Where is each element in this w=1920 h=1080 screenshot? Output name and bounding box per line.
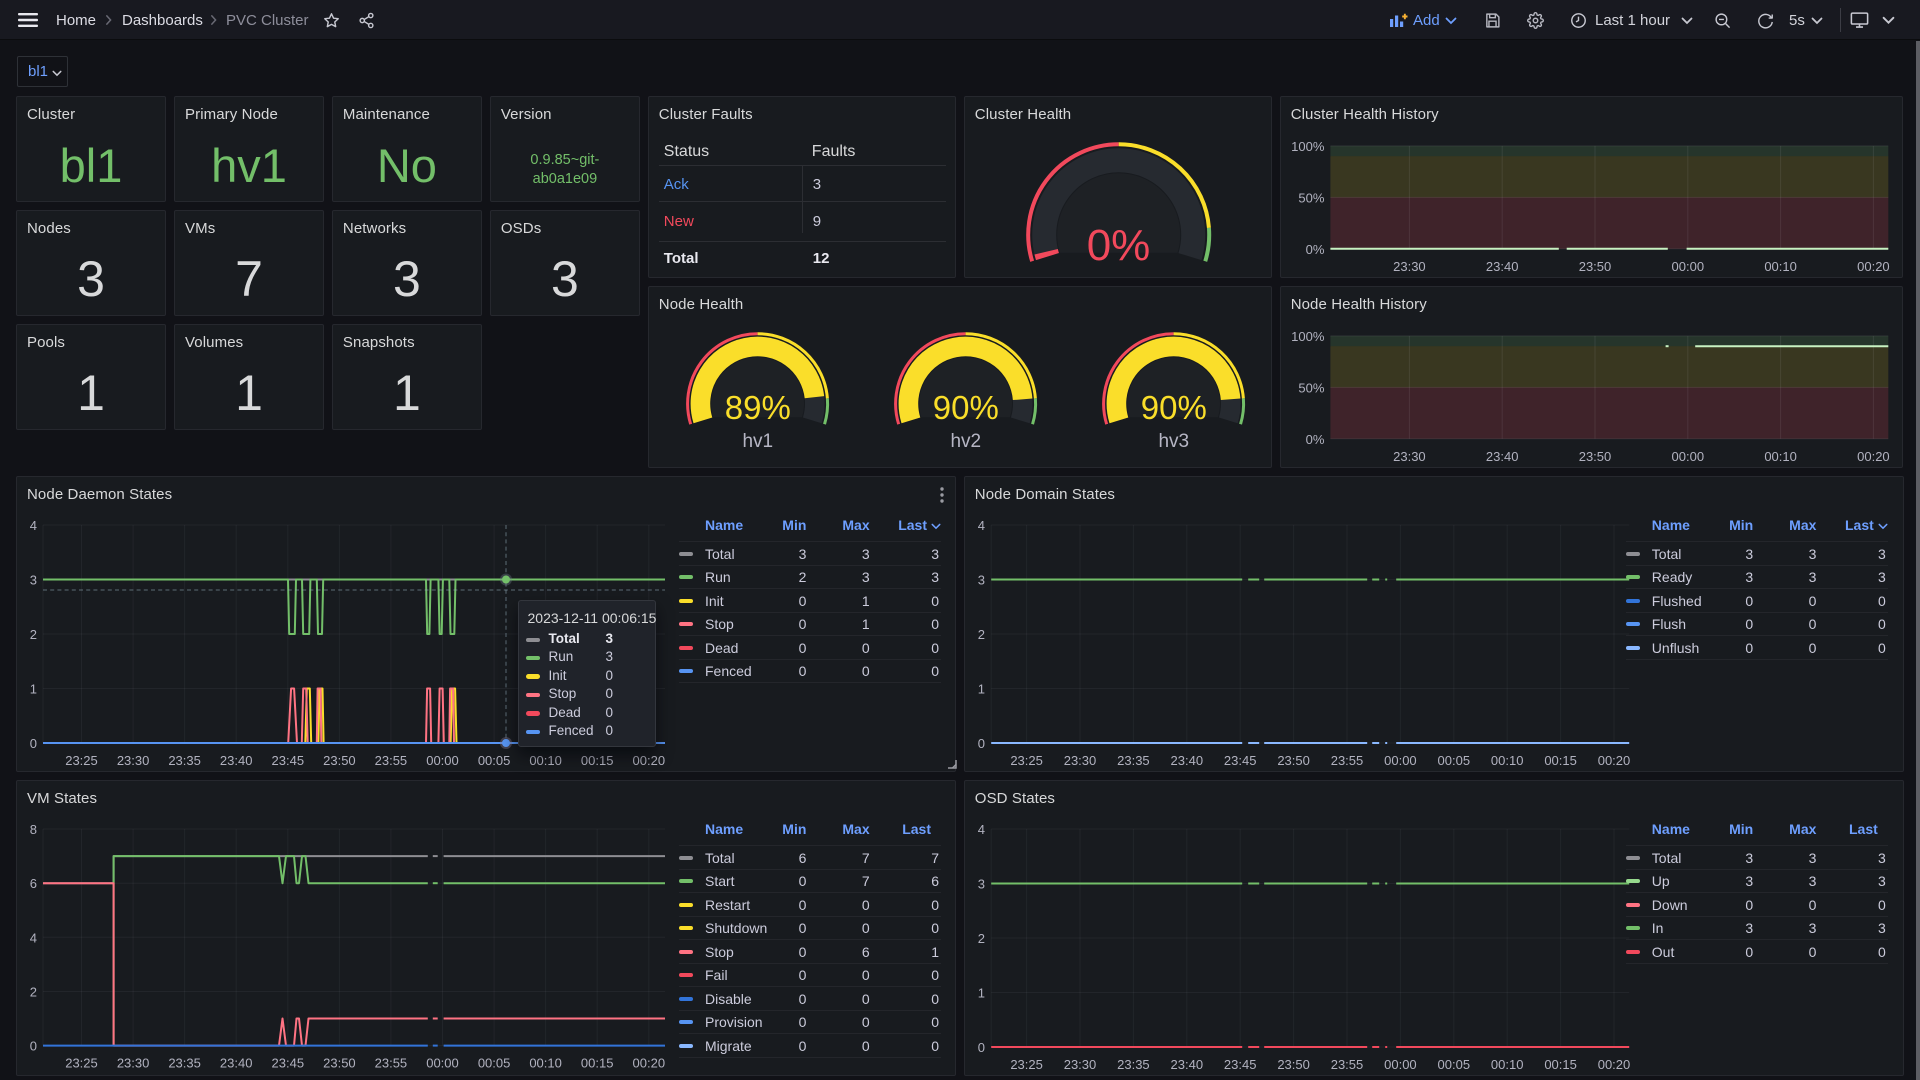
svg-text:23:50: 23:50 [1277,1057,1310,1072]
svg-text:00:00: 00:00 [1671,259,1704,274]
svg-text:23:35: 23:35 [1117,753,1150,768]
svg-text:00:10: 00:10 [1491,1057,1524,1072]
svg-text:00:15: 00:15 [581,1056,614,1071]
svg-text:0: 0 [30,736,37,751]
svg-text:1: 1 [978,682,985,697]
svg-text:2: 2 [978,931,985,946]
svg-text:00:15: 00:15 [1544,1057,1577,1072]
svg-text:2: 2 [978,627,985,642]
svg-text:23:40: 23:40 [220,1056,253,1071]
svg-text:50%: 50% [1298,380,1324,395]
svg-text:00:00: 00:00 [1384,753,1417,768]
svg-text:4: 4 [978,518,985,533]
svg-text:00:05: 00:05 [1437,1057,1470,1072]
svg-text:23:25: 23:25 [1010,753,1043,768]
svg-text:23:30: 23:30 [117,753,150,768]
svg-text:00:20: 00:20 [1598,1057,1631,1072]
svg-text:00:00: 00:00 [426,1056,459,1071]
svg-text:23:55: 23:55 [1331,1057,1364,1072]
svg-text:00:00: 00:00 [1384,1057,1417,1072]
svg-text:100%: 100% [1291,139,1325,154]
svg-text:4: 4 [30,518,37,533]
svg-text:23:45: 23:45 [1224,1057,1257,1072]
svg-text:23:50: 23:50 [323,1056,356,1071]
svg-text:23:35: 23:35 [168,1056,201,1071]
svg-text:4: 4 [978,822,985,837]
svg-text:0: 0 [30,1039,37,1054]
svg-text:00:10: 00:10 [529,753,562,768]
svg-text:00:00: 00:00 [1671,449,1704,464]
svg-text:1: 1 [978,986,985,1001]
svg-text:23:45: 23:45 [272,1056,305,1071]
svg-text:2: 2 [30,985,37,1000]
svg-text:23:55: 23:55 [1331,753,1364,768]
svg-text:00:20: 00:20 [1857,259,1890,274]
svg-text:23:30: 23:30 [117,1056,150,1071]
svg-text:0%: 0% [1305,242,1324,257]
svg-text:00:05: 00:05 [478,753,511,768]
svg-text:23:55: 23:55 [375,753,408,768]
svg-text:00:00: 00:00 [426,753,459,768]
svg-text:3: 3 [978,573,985,588]
svg-text:23:45: 23:45 [272,753,305,768]
svg-text:50%: 50% [1298,190,1324,205]
svg-text:23:30: 23:30 [1064,1057,1097,1072]
svg-text:00:20: 00:20 [1598,753,1631,768]
svg-text:23:45: 23:45 [1224,753,1257,768]
svg-text:23:40: 23:40 [1170,753,1203,768]
svg-text:3: 3 [978,877,985,892]
svg-text:6: 6 [30,876,37,891]
svg-text:00:20: 00:20 [633,753,666,768]
svg-text:23:30: 23:30 [1393,449,1426,464]
svg-text:23:25: 23:25 [65,1056,98,1071]
svg-text:00:20: 00:20 [1857,449,1890,464]
svg-text:00:15: 00:15 [1544,753,1577,768]
svg-text:00:10: 00:10 [1764,259,1797,274]
svg-text:00:10: 00:10 [1764,449,1797,464]
svg-text:23:30: 23:30 [1064,753,1097,768]
svg-text:23:35: 23:35 [1117,1057,1150,1072]
svg-text:00:10: 00:10 [1491,753,1524,768]
svg-text:3: 3 [30,573,37,588]
svg-text:00:15: 00:15 [581,753,614,768]
svg-text:23:50: 23:50 [1578,259,1611,274]
svg-text:23:50: 23:50 [1578,449,1611,464]
svg-text:4: 4 [30,930,37,945]
svg-text:23:25: 23:25 [1010,1057,1043,1072]
svg-text:8: 8 [30,822,37,837]
svg-text:00:10: 00:10 [529,1056,562,1071]
svg-text:23:40: 23:40 [1486,449,1519,464]
svg-text:23:25: 23:25 [65,753,98,768]
svg-text:23:40: 23:40 [1486,259,1519,274]
svg-text:00:05: 00:05 [478,1056,511,1071]
svg-text:23:35: 23:35 [168,753,201,768]
svg-text:23:55: 23:55 [375,1056,408,1071]
svg-text:23:30: 23:30 [1393,259,1426,274]
svg-text:0: 0 [978,1040,985,1055]
svg-text:0%: 0% [1305,432,1324,447]
svg-text:23:40: 23:40 [1170,1057,1203,1072]
svg-text:1: 1 [30,682,37,697]
svg-text:2: 2 [30,627,37,642]
svg-text:100%: 100% [1291,329,1325,344]
svg-text:00:20: 00:20 [633,1056,666,1071]
svg-text:23:50: 23:50 [1277,753,1310,768]
svg-text:00:05: 00:05 [1437,753,1470,768]
svg-text:23:50: 23:50 [323,753,356,768]
svg-text:0: 0 [978,736,985,751]
svg-text:23:40: 23:40 [220,753,253,768]
